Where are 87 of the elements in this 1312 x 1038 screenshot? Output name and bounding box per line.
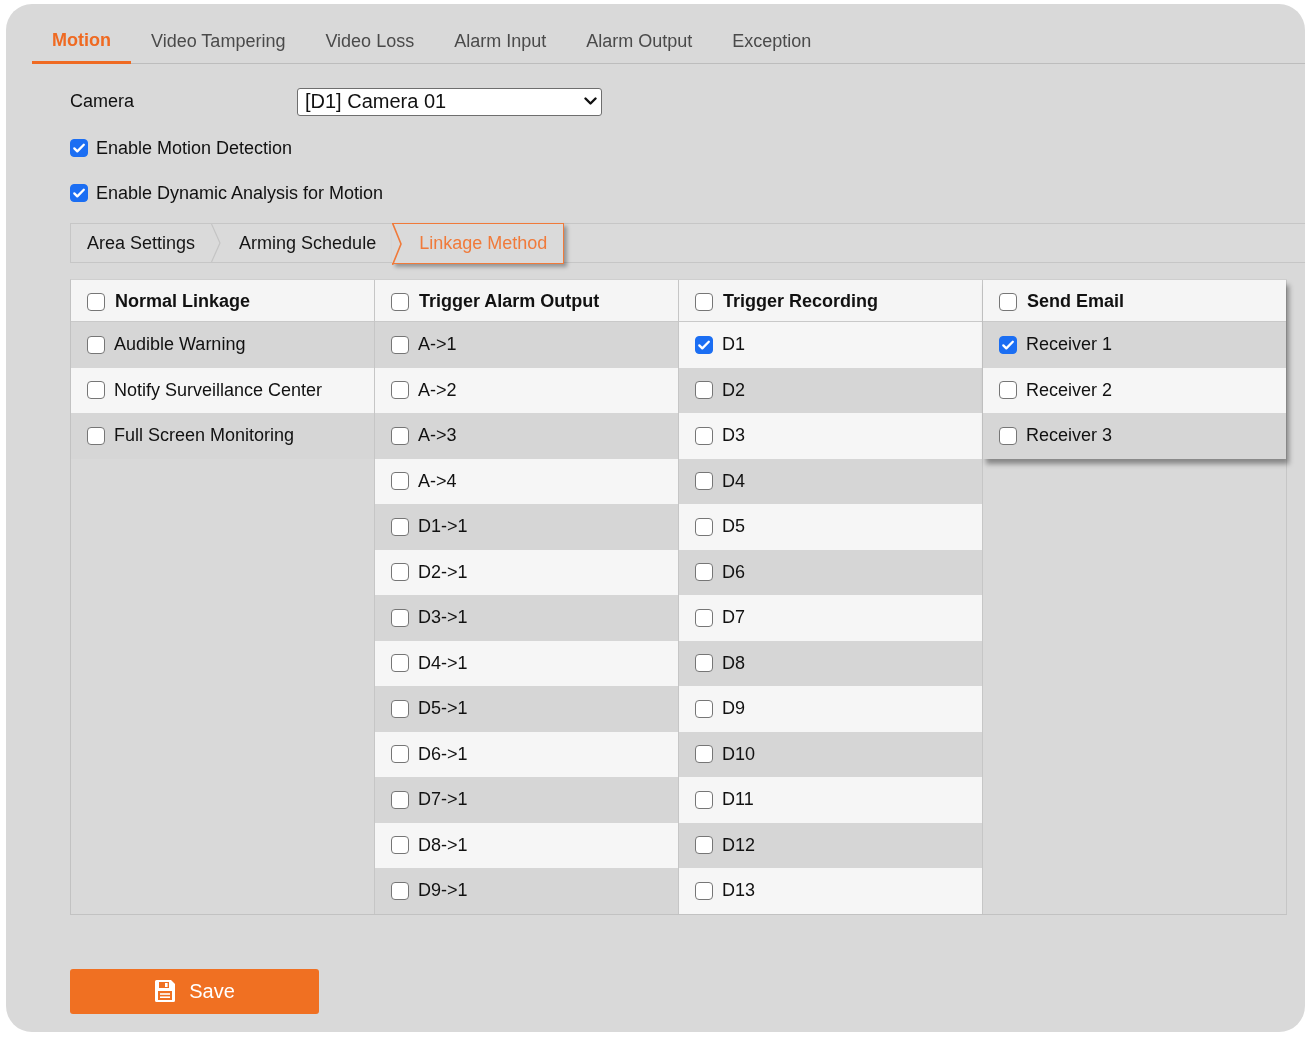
- checkbox[interactable]: [391, 563, 409, 582]
- option-label: D1: [722, 334, 745, 356]
- option-label: D12: [722, 834, 756, 856]
- checkbox[interactable]: [87, 426, 105, 445]
- checkbox[interactable]: [695, 426, 713, 445]
- option-label: D4: [722, 470, 745, 492]
- option-label: D6->1: [418, 743, 468, 765]
- option-label: D2: [722, 379, 745, 401]
- checkbox[interactable]: [695, 517, 713, 536]
- option-label: D4->1: [418, 652, 468, 674]
- checkbox[interactable]: [391, 699, 409, 718]
- option-label: D3: [722, 425, 745, 447]
- checkbox[interactable]: [391, 517, 409, 536]
- checkbox[interactable]: [70, 184, 88, 202]
- checkbox[interactable]: [391, 472, 409, 491]
- checkbox[interactable]: [695, 881, 713, 900]
- option-label: Notify Surveillance Center: [114, 379, 323, 401]
- tab[interactable]: Exception: [712, 22, 832, 64]
- checkbox[interactable]: [695, 608, 713, 627]
- option-label: D9->1: [418, 880, 468, 902]
- tab[interactable]: Alarm Output: [566, 22, 713, 64]
- checkbox[interactable]: [999, 381, 1017, 400]
- checkbox[interactable]: [999, 335, 1017, 354]
- option-label: Enable Dynamic Analysis for Motion: [96, 182, 384, 204]
- option-label: A->4: [418, 470, 457, 492]
- option-label: Enable Motion Detection: [96, 137, 293, 159]
- checkbox[interactable]: [695, 699, 713, 718]
- option-label: Audible Warning: [114, 334, 246, 356]
- option-label: Full Screen Monitoring: [114, 425, 295, 447]
- option-label: D3->1: [418, 607, 468, 629]
- column-title: Send Email: [1027, 291, 1125, 312]
- option-label: D6: [722, 561, 745, 583]
- option-label: Receiver 2: [1026, 379, 1113, 401]
- tab[interactable]: Alarm Input: [434, 22, 567, 64]
- checkbox[interactable]: [695, 790, 713, 809]
- camera-select[interactable]: [D1] Camera 01: [297, 87, 602, 116]
- option-label: D8: [722, 652, 745, 674]
- tab[interactable]: Video Tampering: [131, 22, 306, 64]
- checkbox[interactable]: [695, 836, 713, 855]
- option-label: D5->1: [418, 698, 468, 720]
- tab[interactable]: Video Loss: [305, 22, 435, 64]
- option-label: D7: [722, 607, 745, 629]
- checkbox[interactable]: [87, 335, 105, 354]
- checkbox[interactable]: [70, 139, 88, 157]
- option-label: D10: [722, 743, 756, 765]
- option-label: D9: [722, 698, 745, 720]
- option-label: Receiver 3: [1026, 425, 1113, 447]
- column-title: Trigger Alarm Output: [419, 291, 600, 312]
- checkbox[interactable]: [391, 790, 409, 809]
- option-label: A->3: [418, 425, 457, 447]
- option-label: D11: [722, 789, 754, 811]
- checkbox[interactable]: [695, 292, 713, 311]
- option-label: D8->1: [418, 834, 468, 856]
- column-title: Trigger Recording: [723, 291, 879, 312]
- option-label: A->1: [418, 334, 457, 356]
- checkbox[interactable]: [695, 563, 713, 582]
- sub-tab[interactable]: Arming Schedule: [223, 224, 393, 262]
- option-label: D1->1: [418, 516, 468, 538]
- checkbox[interactable]: [391, 654, 409, 673]
- checkbox[interactable]: [87, 381, 105, 400]
- option-label: D7->1: [418, 789, 468, 811]
- option-label: D5: [722, 516, 745, 538]
- column-title: Normal Linkage: [115, 291, 251, 312]
- field-label: Camera: [70, 91, 136, 112]
- checkbox[interactable]: [391, 426, 409, 445]
- checkbox[interactable]: [391, 745, 409, 764]
- checkbox[interactable]: [999, 292, 1017, 311]
- option-label: D2->1: [418, 561, 468, 583]
- checkbox[interactable]: [391, 608, 409, 627]
- checkbox[interactable]: [391, 381, 409, 400]
- chevron-down-icon: [584, 97, 597, 106]
- checkbox[interactable]: [999, 426, 1017, 445]
- checkbox[interactable]: [695, 381, 713, 400]
- option-label: D13: [722, 880, 756, 902]
- checkbox[interactable]: [391, 881, 409, 900]
- chevron-right-icon: [392, 222, 403, 265]
- checkbox[interactable]: [695, 472, 713, 491]
- checkbox[interactable]: [391, 335, 409, 354]
- checkbox[interactable]: [695, 654, 713, 673]
- checkbox[interactable]: [695, 745, 713, 764]
- sub-tab[interactable]: Area Settings: [71, 224, 212, 262]
- checkbox[interactable]: [391, 836, 409, 855]
- checkbox[interactable]: [695, 335, 713, 354]
- option-label: A->2: [418, 379, 457, 401]
- checkbox[interactable]: [391, 292, 409, 311]
- option-label: Receiver 1: [1026, 334, 1113, 356]
- checkbox[interactable]: [87, 292, 105, 311]
